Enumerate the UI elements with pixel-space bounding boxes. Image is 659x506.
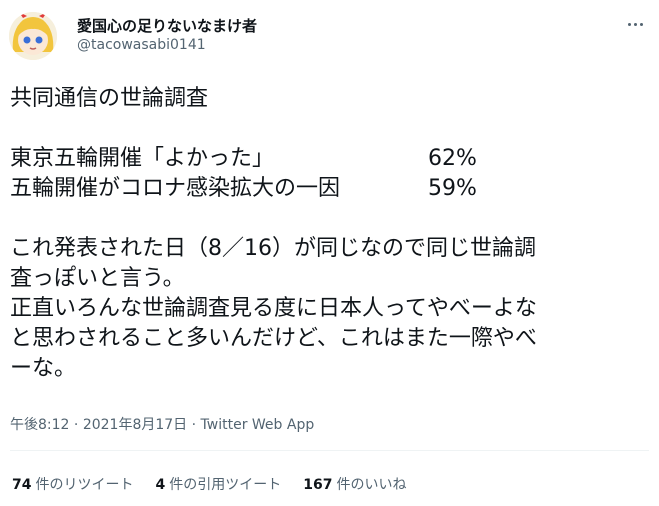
user-handle[interactable]: @tacowasabi0141 [77, 37, 206, 53]
tweet-line: ーな。 [10, 356, 77, 381]
meta-separator: · [69, 417, 83, 433]
tweet-time[interactable]: 午後8:12 [10, 417, 69, 433]
poll-label: 五輪開催がコロナ感染拡大の一因 [10, 176, 341, 201]
avatar-illustration-icon [9, 12, 57, 60]
likes-count: 167 [303, 477, 333, 493]
tweet-line: これ発表された日（8／16）が同じなので同じ世論調 [10, 236, 536, 261]
quotes-stat[interactable]: 4 件の引用ツイート [155, 474, 281, 494]
tweet-date[interactable]: 2021年8月17日 [83, 417, 187, 433]
likes-stat[interactable]: 167 件のいいね [303, 474, 406, 494]
retweets-label: 件のリツイート [35, 477, 134, 493]
quotes-label: 件の引用ツイート [169, 477, 282, 493]
tweet-text: 共同通信の世論調査 東京五輪開催「よかった」 62% 五輪開催がコロナ感染拡大の… [10, 84, 640, 384]
poll-label: 東京五輪開催「よかった」 [10, 146, 275, 171]
tweet-source[interactable]: Twitter Web App [201, 417, 315, 433]
tweet-line: 共同通信の世論調査 [10, 86, 209, 111]
meta-separator: · [187, 417, 201, 433]
tweet-stats: 74 件のリツイート 4 件の引用ツイート 167 件のいいね [12, 474, 406, 494]
divider [10, 450, 649, 451]
tweet-line: 正直いろんな世論調査見る度に日本人ってやべーよな [10, 296, 537, 321]
tweet-line: と思わされること多いんだけど、これはまた一際やべ [10, 326, 537, 351]
more-dots-icon[interactable] [622, 14, 648, 34]
likes-label: 件のいいね [336, 477, 407, 493]
quotes-count: 4 [155, 477, 166, 493]
poll-row: 五輪開催がコロナ感染拡大の一因 59% [10, 174, 640, 204]
retweets-stat[interactable]: 74 件のリツイート [12, 474, 133, 494]
poll-value: 59% [428, 176, 477, 201]
tweet-header: 愛国心の足りないなまけ者 @tacowasabi0141 [0, 0, 659, 70]
retweets-count: 74 [12, 477, 32, 493]
poll-value: 62% [428, 146, 477, 171]
display-name[interactable]: 愛国心の足りないなまけ者 [77, 15, 257, 36]
poll-row: 東京五輪開催「よかった」 62% [10, 144, 640, 174]
tweet-meta: 午後8:12 · 2021年8月17日 · Twitter Web App [10, 414, 314, 434]
tweet-line: 査っぽいと言う。 [10, 266, 185, 291]
avatar[interactable] [9, 12, 57, 60]
